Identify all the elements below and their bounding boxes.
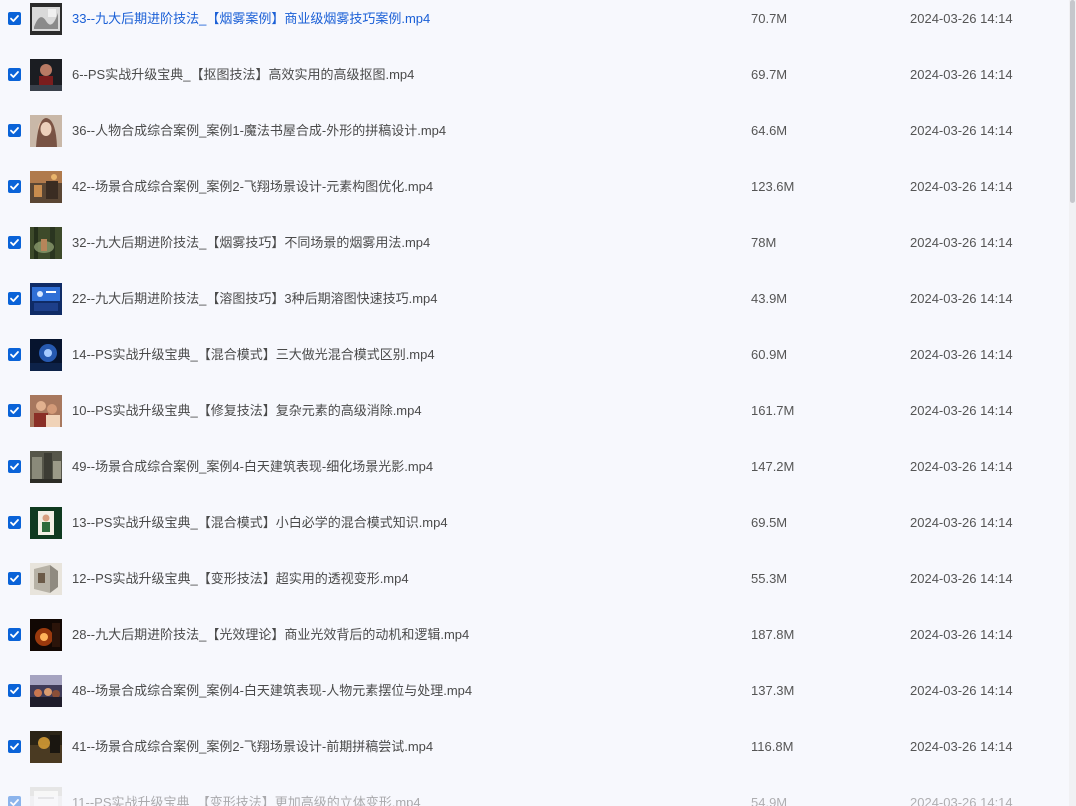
list-bottom-fade (0, 796, 1069, 806)
people-thumbnail[interactable] (30, 395, 62, 427)
file-checkbox[interactable] (8, 236, 21, 249)
file-row[interactable]: 33--九大后期进阶技法_【烟雾案例】商业级烟雾技巧案例.mp4 70.7M 202… (0, 0, 1068, 46)
dark-scene-thumbnail[interactable] (30, 731, 62, 763)
file-checkbox[interactable] (8, 684, 21, 697)
file-checkbox[interactable] (8, 12, 21, 25)
file-size: 187.8M (751, 627, 795, 642)
file-name[interactable]: 41--场景合成综合案例_案例2-飞翔场景设计-前期拼稿尝试.mp4 (72, 739, 433, 755)
file-name[interactable]: 22--九大后期进阶技法_【溶图技巧】3种后期溶图快速技巧.mp4 (72, 291, 437, 307)
file-row[interactable]: 36--人物合成综合案例_案例1-魔法书屋合成-外形的拼稿设计.mp4 64.6M… (0, 102, 1068, 158)
file-size: 70.7M (751, 11, 788, 26)
file-row[interactable]: 13--PS实战升级宝典_【混合模式】小白必学的混合模式知识.mp4 69.5M 2… (0, 494, 1068, 550)
file-row[interactable]: 32--九大后期进阶技法_【烟雾技巧】不同场景的烟雾用法.mp4 78M 2024-… (0, 214, 1068, 270)
crowd-thumbnail[interactable] (30, 675, 62, 707)
file-checkbox[interactable] (8, 68, 21, 81)
file-size: 60.9M (751, 347, 788, 362)
file-date: 2024-03-26 14:14 (910, 403, 1013, 418)
file-size: 147.2M (751, 459, 795, 474)
file-size: 161.7M (751, 403, 795, 418)
file-size: 64.6M (751, 123, 788, 138)
green-figure-thumbnail[interactable] (30, 507, 62, 539)
blue-graphic-thumbnail[interactable] (30, 283, 62, 315)
file-row[interactable]: 42--场景合成综合案例_案例2-飞翔场景设计-元素构图优化.mp4 123.6M… (0, 158, 1068, 214)
file-date: 2024-03-26 14:14 (910, 459, 1013, 474)
file-name[interactable]: 13--PS实战升级宝典_【混合模式】小白必学的混合模式知识.mp4 (72, 515, 448, 531)
file-name[interactable]: 32--九大后期进阶技法_【烟雾技巧】不同场景的烟雾用法.mp4 (72, 235, 430, 251)
file-size: 78M (751, 235, 777, 250)
file-row[interactable]: 22--九大后期进阶技法_【溶图技巧】3种后期溶图快速技巧.mp4 43.9M 20… (0, 270, 1068, 326)
file-checkbox[interactable] (8, 460, 21, 473)
file-size: 69.5M (751, 515, 788, 530)
file-row[interactable]: 6--PS实战升级宝典_【抠图技法】高效实用的高级抠图.mp4 69.7M 2024… (0, 46, 1068, 102)
file-row[interactable]: 28--九大后期进阶技法_【光效理论】商业光效背后的动机和逻辑.mp4 187.8… (0, 606, 1068, 662)
file-date: 2024-03-26 14:14 (910, 739, 1013, 754)
blue-light-thumbnail[interactable] (30, 339, 62, 371)
file-name[interactable]: 12--PS实战升级宝典_【变形技法】超实用的透视变形.mp4 (72, 571, 409, 587)
file-row[interactable]: 49--场景合成综合案例_案例4-白天建筑表现-细化场景光影.mp4 147.2M… (0, 438, 1068, 494)
file-name[interactable]: 10--PS实战升级宝典_【修复技法】复杂元素的高级消除.mp4 (72, 403, 422, 419)
file-date: 2024-03-26 14:14 (910, 235, 1013, 250)
file-date: 2024-03-26 14:14 (910, 571, 1013, 586)
file-row[interactable]: 48--场景合成综合案例_案例4-白天建筑表现-人物元素摆位与处理.mp4 137… (0, 662, 1068, 718)
file-name[interactable]: 6--PS实战升级宝典_【抠图技法】高效实用的高级抠图.mp4 (72, 67, 414, 83)
file-name[interactable]: 42--场景合成综合案例_案例2-飞翔场景设计-元素构图优化.mp4 (72, 179, 433, 195)
file-size: 69.7M (751, 67, 788, 82)
fire-light-thumbnail[interactable] (30, 619, 62, 651)
file-row[interactable]: 41--场景合成综合案例_案例2-飞翔场景设计-前期拼稿尝试.mp4 116.8M… (0, 718, 1068, 774)
file-name[interactable]: 36--人物合成综合案例_案例1-魔法书屋合成-外形的拼稿设计.mp4 (72, 123, 446, 139)
file-checkbox[interactable] (8, 292, 21, 305)
file-date: 2024-03-26 14:14 (910, 683, 1013, 698)
file-size: 123.6M (751, 179, 795, 194)
portrait-thumbnail[interactable] (30, 59, 62, 91)
forest-thumbnail[interactable] (30, 227, 62, 259)
file-date: 2024-03-26 14:14 (910, 11, 1013, 26)
perspective-thumbnail[interactable] (30, 563, 62, 595)
file-name[interactable]: 48--场景合成综合案例_案例4-白天建筑表现-人物元素摆位与处理.mp4 (72, 683, 472, 699)
file-date: 2024-03-26 14:14 (910, 123, 1013, 138)
file-checkbox[interactable] (8, 740, 21, 753)
file-date: 2024-03-26 14:14 (910, 627, 1013, 642)
file-checkbox[interactable] (8, 516, 21, 529)
smoke-thumbnail[interactable] (30, 3, 62, 35)
file-date: 2024-03-26 14:14 (910, 347, 1013, 362)
file-checkbox[interactable] (8, 628, 21, 641)
file-checkbox[interactable] (8, 572, 21, 585)
file-size: 55.3M (751, 571, 788, 586)
file-name[interactable]: 14--PS实战升级宝典_【混合模式】三大做光混合模式区别.mp4 (72, 347, 435, 363)
file-date: 2024-03-26 14:14 (910, 179, 1013, 194)
file-name[interactable]: 49--场景合成综合案例_案例4-白天建筑表现-细化场景光影.mp4 (72, 459, 433, 475)
file-size: 137.3M (751, 683, 795, 698)
file-name[interactable]: 33--九大后期进阶技法_【烟雾案例】商业级烟雾技巧案例.mp4 (72, 11, 430, 27)
file-row[interactable]: 10--PS实战升级宝典_【修复技法】复杂元素的高级消除.mp4 161.7M 20… (0, 382, 1068, 438)
file-checkbox[interactable] (8, 124, 21, 137)
file-size: 43.9M (751, 291, 788, 306)
scrollbar-thumb[interactable] (1070, 0, 1075, 203)
vertical-scrollbar[interactable] (1069, 0, 1076, 806)
file-checkbox[interactable] (8, 404, 21, 417)
file-row[interactable]: 12--PS实战升级宝典_【变形技法】超实用的透视变形.mp4 55.3M 2024… (0, 550, 1068, 606)
file-list: 33--九大后期进阶技法_【烟雾案例】商业级烟雾技巧案例.mp4 70.7M 202… (0, 0, 1068, 806)
file-row[interactable]: 14--PS实战升级宝典_【混合模式】三大做光混合模式区别.mp4 60.9M 20… (0, 326, 1068, 382)
woman-portrait-thumbnail[interactable] (30, 115, 62, 147)
file-name[interactable]: 28--九大后期进阶技法_【光效理论】商业光效背后的动机和逻辑.mp4 (72, 627, 469, 643)
scene-thumbnail[interactable] (30, 171, 62, 203)
file-date: 2024-03-26 14:14 (910, 291, 1013, 306)
file-list-view: 33--九大后期进阶技法_【烟雾案例】商业级烟雾技巧案例.mp4 70.7M 202… (0, 0, 1076, 806)
file-size: 116.8M (751, 739, 794, 754)
file-date: 2024-03-26 14:14 (910, 515, 1013, 530)
file-date: 2024-03-26 14:14 (910, 67, 1013, 82)
file-checkbox[interactable] (8, 180, 21, 193)
file-checkbox[interactable] (8, 348, 21, 361)
building-thumbnail[interactable] (30, 451, 62, 483)
